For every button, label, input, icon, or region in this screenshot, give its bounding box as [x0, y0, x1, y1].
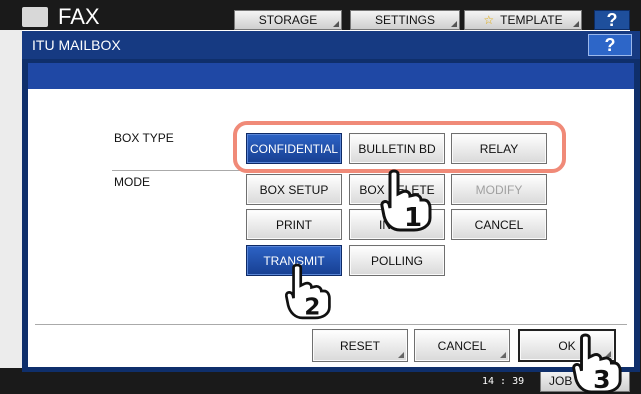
- button-corner-icon: [500, 352, 506, 358]
- bulletin-bd-button[interactable]: BULLETIN BD: [349, 133, 445, 164]
- storage-tab[interactable]: STORAGE: [234, 10, 342, 30]
- tab-corner-icon: [573, 21, 579, 27]
- polling-button[interactable]: POLLING: [349, 245, 445, 276]
- background-panel: [0, 30, 22, 370]
- print-button[interactable]: PRINT: [246, 209, 342, 240]
- dialog-titlebar: ITU MAILBOX ?: [22, 31, 640, 59]
- star-icon: ☆: [483, 13, 495, 27]
- template-tab[interactable]: ☆ TEMPLATE: [464, 10, 582, 30]
- cancel-label: CANCEL: [437, 338, 487, 353]
- confidential-label: CONFIDENTIAL: [249, 141, 338, 156]
- hand-pointer-icon: 3: [572, 333, 622, 394]
- mode-cancel-label: CANCEL: [474, 217, 524, 232]
- relay-button[interactable]: RELAY: [451, 133, 547, 164]
- hand-pointer-icon: 1: [380, 169, 432, 232]
- hand-pointer-icon: 2: [284, 263, 331, 320]
- button-corner-icon: [398, 352, 404, 358]
- mode-cancel-button[interactable]: CANCEL: [451, 209, 547, 240]
- modify-button[interactable]: MODIFY: [451, 174, 547, 205]
- settings-tab[interactable]: SETTINGS: [350, 10, 460, 30]
- template-tab-label: TEMPLATE: [500, 13, 563, 27]
- fax-app-title: FAX: [58, 4, 100, 29]
- box-setup-label: BOX SETUP: [259, 182, 329, 197]
- relay-label: RELAY: [479, 141, 519, 156]
- fax-help-button[interactable]: ?: [594, 10, 630, 30]
- box-type-label: BOX TYPE: [114, 131, 174, 145]
- bulletin-bd-label: BULLETIN BD: [358, 141, 436, 156]
- step-1-number: 1: [404, 203, 422, 232]
- footer-divider: [35, 324, 627, 325]
- fax-machine-icon: [22, 7, 48, 27]
- print-label: PRINT: [276, 217, 312, 232]
- tab-corner-icon: [333, 21, 339, 27]
- reset-label: RESET: [339, 338, 380, 353]
- step-2-number: 2: [304, 293, 320, 320]
- dialog-title: ITU MAILBOX: [32, 37, 121, 53]
- modify-label: MODIFY: [475, 182, 523, 197]
- settings-tab-label: SETTINGS: [374, 13, 435, 27]
- reset-button[interactable]: RESET: [312, 329, 408, 362]
- tab-corner-icon: [451, 21, 457, 27]
- clock-readout: 14 : 39: [482, 376, 525, 387]
- box-setup-button[interactable]: BOX SETUP: [246, 174, 342, 205]
- section-divider: [112, 170, 242, 171]
- polling-label: POLLING: [370, 253, 424, 268]
- cancel-button[interactable]: CANCEL: [414, 329, 510, 362]
- dialog-message-bar: [28, 63, 634, 89]
- confidential-button[interactable]: CONFIDENTIAL: [246, 133, 342, 164]
- step-3-number: 3: [593, 365, 610, 394]
- storage-tab-label: STORAGE: [258, 13, 318, 27]
- dialog-help-button[interactable]: ?: [588, 34, 632, 56]
- mode-label: MODE: [114, 175, 150, 189]
